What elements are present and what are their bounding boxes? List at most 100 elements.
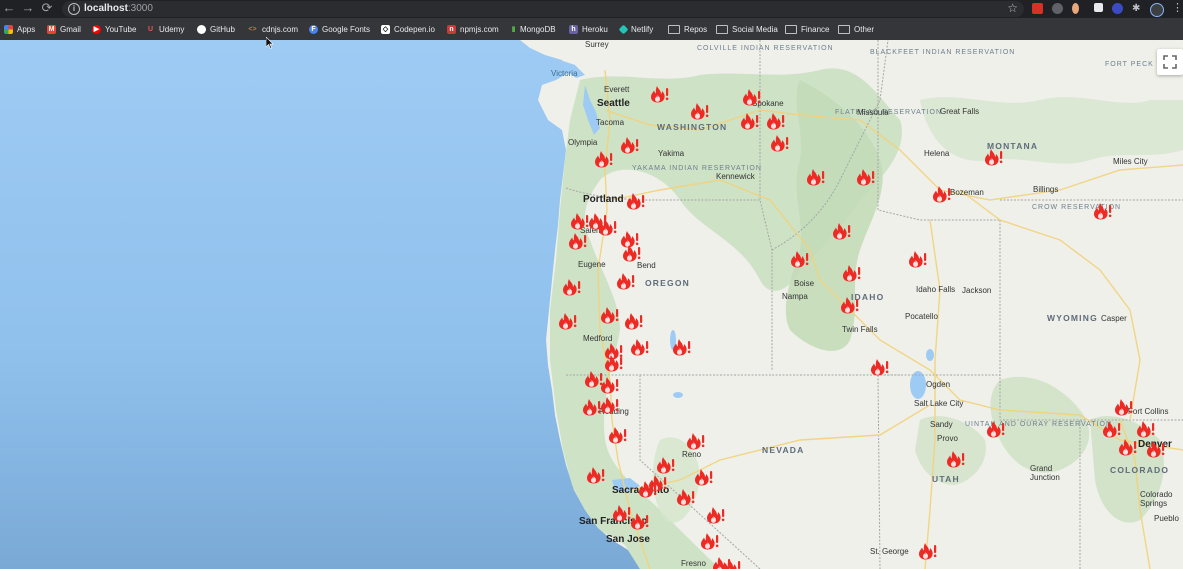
fire-marker[interactable] <box>986 420 1006 438</box>
url-text[interactable]: localhost:3000 <box>84 3 153 14</box>
fire-marker[interactable] <box>600 376 620 394</box>
bookmark-cdnjs[interactable]: <> cdnjs.com <box>247 22 298 36</box>
bookmark-folder-other[interactable]: Other <box>838 22 874 36</box>
extension-icon[interactable] <box>1032 3 1043 14</box>
fire-marker[interactable] <box>1136 420 1156 438</box>
bookmark-youtube[interactable]: ▶ YouTube <box>92 22 136 36</box>
fire-marker[interactable] <box>842 264 862 282</box>
fire-marker[interactable] <box>672 338 692 356</box>
bookmark-heroku[interactable]: h Heroku <box>569 22 608 36</box>
bookmark-gmail[interactable]: M Gmail <box>47 22 81 36</box>
fire-marker[interactable] <box>626 192 646 210</box>
fire-marker[interactable] <box>918 542 938 560</box>
extension-icon[interactable] <box>1072 3 1079 14</box>
fire-marker[interactable] <box>806 168 826 186</box>
fire-marker[interactable] <box>1102 420 1122 438</box>
fire-marker[interactable] <box>582 398 602 416</box>
puzzle-icon[interactable]: ✱ <box>1132 3 1143 14</box>
profile-avatar-icon[interactable] <box>1150 3 1164 17</box>
bookmark-folder-finance[interactable]: Finance <box>785 22 829 36</box>
extension-icon[interactable] <box>1112 3 1123 14</box>
fire-marker[interactable] <box>630 512 650 530</box>
bookmark-folder-social-media[interactable]: Social Media <box>716 22 778 36</box>
extension-icon[interactable] <box>1094 3 1103 12</box>
city-label: Tacoma <box>596 118 625 127</box>
fire-marker[interactable] <box>908 250 928 268</box>
fire-icon <box>601 377 619 394</box>
fire-marker[interactable] <box>594 150 614 168</box>
fire-marker[interactable] <box>570 212 590 230</box>
city-label: Provo <box>937 434 958 443</box>
fire-icon <box>631 339 649 356</box>
fire-marker[interactable] <box>742 88 762 106</box>
fire-marker[interactable] <box>1114 398 1134 416</box>
fire-marker[interactable] <box>706 506 726 524</box>
fire-marker[interactable] <box>1093 202 1113 220</box>
reload-icon[interactable]: ⟳ <box>40 1 54 15</box>
fire-marker[interactable] <box>586 466 606 484</box>
fire-marker[interactable] <box>1118 438 1138 456</box>
code-icon: <> <box>248 25 257 33</box>
bookmark-udemy[interactable]: U Udemy <box>146 22 184 36</box>
fire-marker[interactable] <box>694 468 714 486</box>
fire-marker[interactable] <box>612 504 632 522</box>
fire-marker[interactable] <box>622 244 642 262</box>
fire-marker[interactable] <box>616 272 636 290</box>
bookmark-codepen[interactable]: ◇ Codepen.io <box>381 22 435 36</box>
state-label: OREGON <box>645 278 690 288</box>
bookmark-npmjs[interactable]: n npmjs.com <box>447 22 499 36</box>
bookmark-mongodb[interactable]: ▮ MongoDB <box>511 22 556 36</box>
info-icon[interactable]: i <box>68 3 80 15</box>
npm-icon: n <box>447 24 456 34</box>
fire-marker[interactable] <box>686 432 706 450</box>
fire-marker[interactable] <box>650 85 670 103</box>
bookmark-apps[interactable]: Apps <box>4 22 35 36</box>
bookmark-github[interactable]: GitHub <box>197 22 235 36</box>
fire-marker[interactable] <box>598 218 618 236</box>
fire-marker[interactable] <box>630 338 650 356</box>
menu-dots-icon[interactable]: ⋮ <box>1172 3 1183 14</box>
forward-icon[interactable]: → <box>21 1 35 15</box>
map-view[interactable]: WASHINGTON OREGON IDAHO MONTANA WYOMING … <box>0 40 1183 569</box>
fire-marker[interactable] <box>624 312 644 330</box>
fire-marker[interactable] <box>604 354 624 372</box>
fire-marker[interactable] <box>568 232 588 250</box>
browser-toolbar: ← → ⟳ i localhost:3000 ☆ ✱ ⋮ <box>0 0 1183 18</box>
fire-marker[interactable] <box>870 358 890 376</box>
fire-marker[interactable] <box>656 456 676 474</box>
fire-marker[interactable] <box>790 250 810 268</box>
fire-icon <box>621 137 639 154</box>
bookmark-star-icon[interactable]: ☆ <box>1007 1 1018 15</box>
fullscreen-button[interactable] <box>1157 49 1183 75</box>
fire-marker[interactable] <box>984 148 1004 166</box>
fire-marker[interactable] <box>722 558 742 569</box>
fire-marker[interactable] <box>638 480 658 498</box>
bookmark-label: Udemy <box>159 24 185 34</box>
fire-marker[interactable] <box>700 532 720 550</box>
fire-marker[interactable] <box>840 296 860 314</box>
fire-marker[interactable] <box>770 134 790 152</box>
bookmark-google-fonts[interactable]: F Google Fonts <box>309 22 370 36</box>
fire-marker[interactable] <box>558 312 578 330</box>
fire-marker[interactable] <box>766 112 786 130</box>
fire-marker[interactable] <box>600 306 620 324</box>
bookmark-netlify[interactable]: Netlify <box>618 22 653 36</box>
fire-marker[interactable] <box>856 168 876 186</box>
fire-marker[interactable] <box>676 488 696 506</box>
fire-marker[interactable] <box>608 426 628 444</box>
youtube-icon: ▶ <box>92 24 101 34</box>
fire-marker[interactable] <box>932 185 952 203</box>
back-icon[interactable]: ← <box>2 1 16 15</box>
fire-marker[interactable] <box>620 136 640 154</box>
fire-marker[interactable] <box>562 278 582 296</box>
fire-marker[interactable] <box>690 102 710 120</box>
bookmark-folder-repos[interactable]: Repos <box>668 22 707 36</box>
address-bar[interactable]: i localhost:3000 ☆ <box>62 1 1024 17</box>
fire-icon <box>701 533 719 550</box>
fire-marker[interactable] <box>1146 440 1166 458</box>
fire-marker[interactable] <box>740 112 760 130</box>
fire-marker[interactable] <box>600 396 620 414</box>
extension-icon[interactable] <box>1052 3 1063 14</box>
fire-marker[interactable] <box>832 222 852 240</box>
fire-marker[interactable] <box>946 450 966 468</box>
